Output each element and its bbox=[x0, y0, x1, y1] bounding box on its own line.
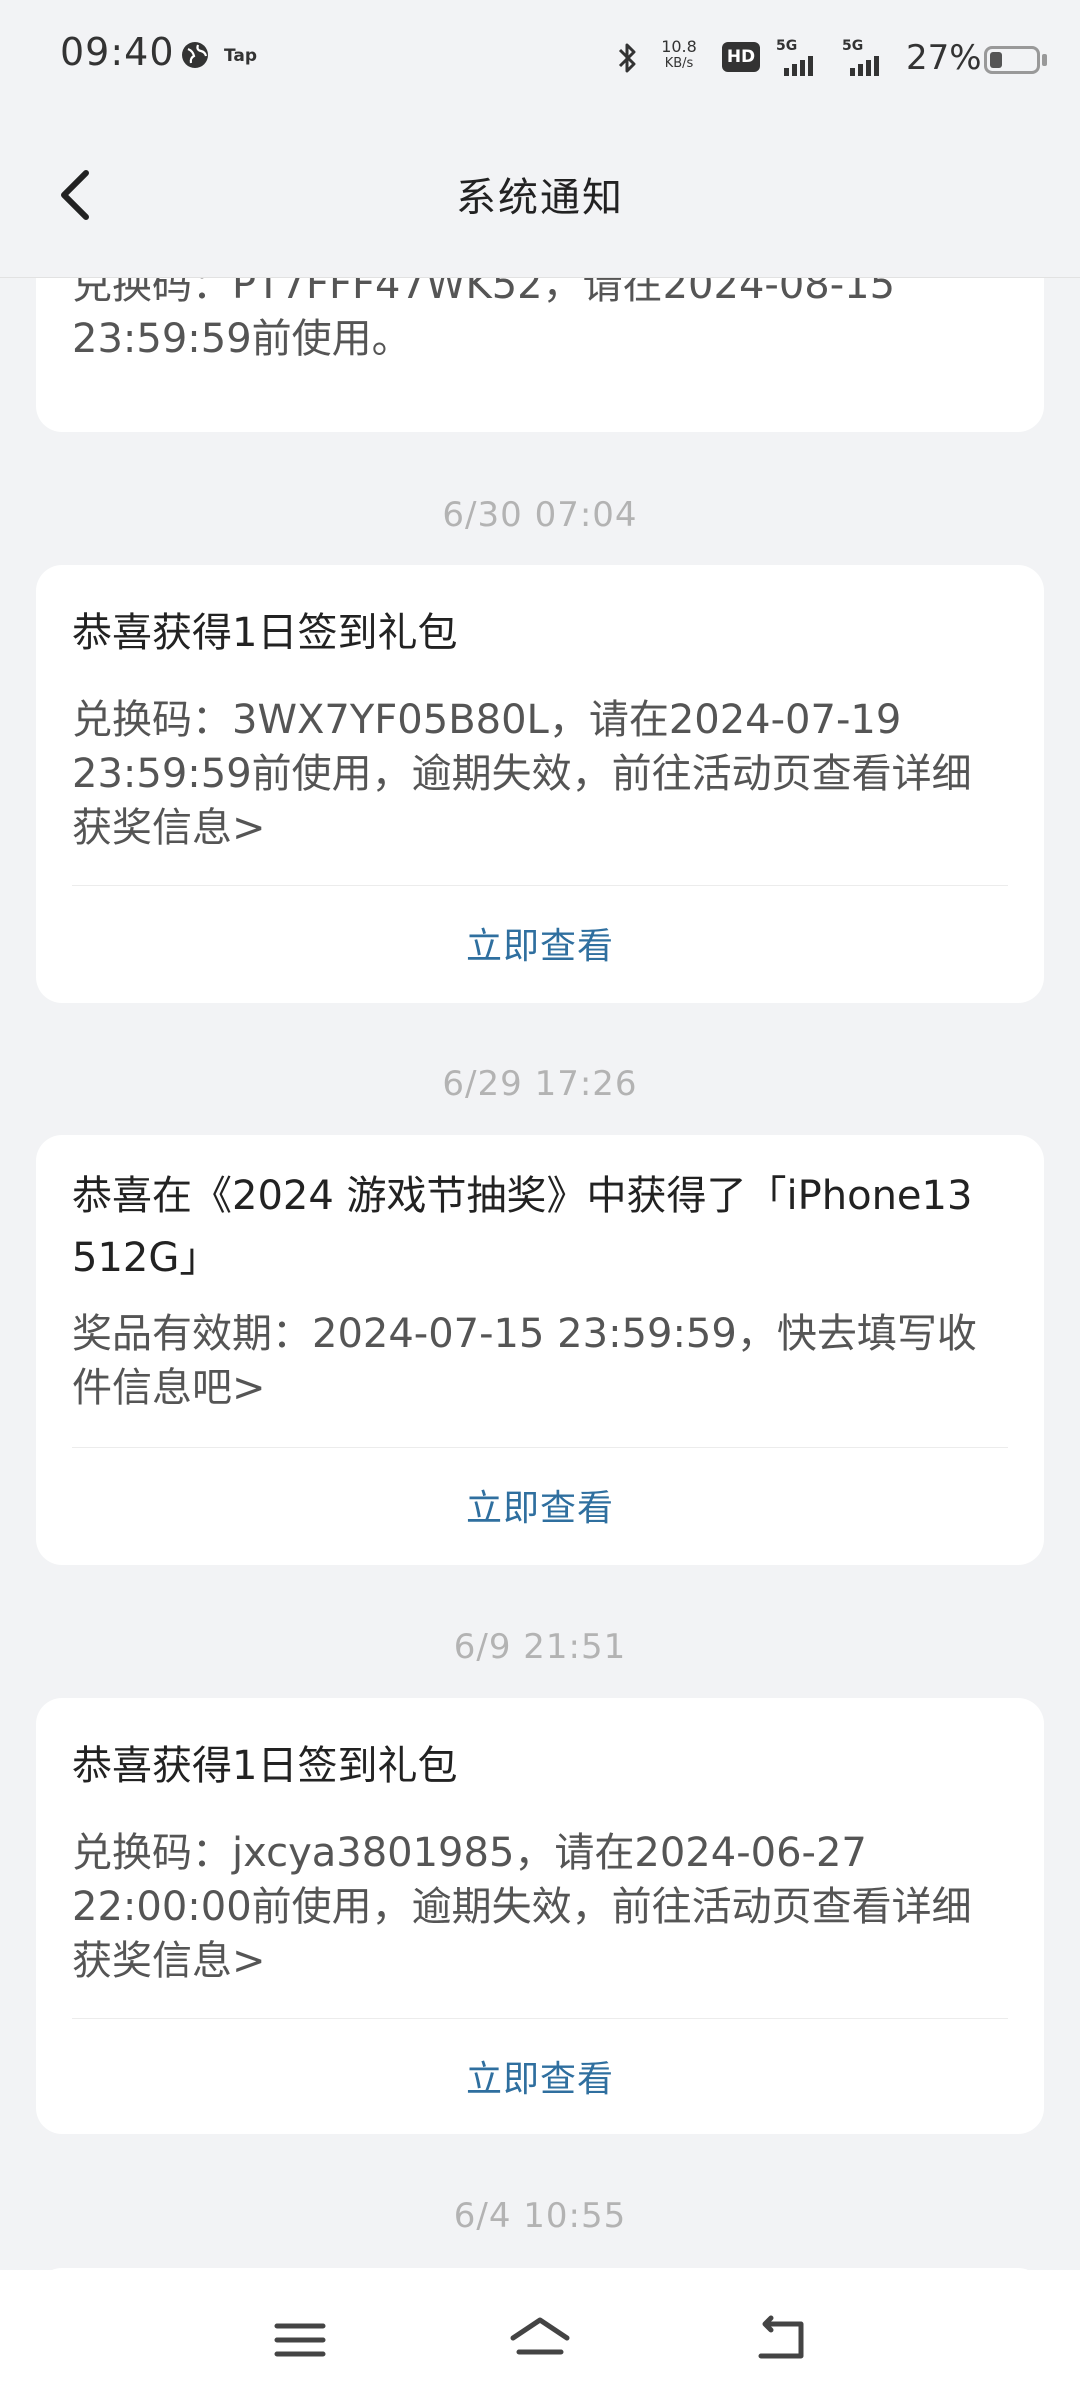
signal-label: 5G bbox=[842, 38, 864, 54]
system-nav-bar bbox=[0, 2270, 1080, 2400]
battery-cap bbox=[1042, 54, 1047, 66]
notification-time: 6/30 07:04 bbox=[442, 495, 638, 535]
notification-time: 6/9 21:51 bbox=[453, 1627, 627, 1667]
battery-percentage: 27% bbox=[906, 38, 982, 78]
network-speed-value: 10.8 bbox=[661, 37, 697, 56]
bluetooth-icon bbox=[618, 43, 636, 73]
notification-card[interactable]: 恭喜在《2024 游戏节抽奖》中获得了「iPhone13 512G」 奖品有效期… bbox=[36, 1135, 1044, 1565]
notification-title: 恭喜获得1日签到礼包 bbox=[72, 1743, 458, 1789]
back-icon[interactable] bbox=[745, 2310, 815, 2370]
notification-time: 6/29 17:26 bbox=[442, 1064, 638, 1104]
card-divider bbox=[72, 2018, 1008, 2019]
view-now-button[interactable]: 立即查看 bbox=[36, 917, 1044, 969]
page-title: 系统通知 bbox=[456, 175, 624, 221]
status-time: 09:40 bbox=[60, 30, 175, 74]
home-icon[interactable] bbox=[505, 2310, 575, 2370]
notification-card[interactable]: 恭喜获得1日签到礼包 兑换码：3WX7YF05B80L，请在2024-07-19… bbox=[36, 565, 1044, 1003]
notification-title: 恭喜在《2024 游戏节抽奖》中获得了「iPhone13 512G」 bbox=[72, 1173, 973, 1281]
globe-icon bbox=[182, 42, 208, 68]
notification-card[interactable]: 恭喜获得1日签到礼包 兑换码：jxcya3801985，请在2024-06-27… bbox=[36, 1698, 1044, 2134]
battery-fill bbox=[990, 52, 1002, 68]
notification-time: 6/4 10:55 bbox=[453, 2196, 627, 2236]
app-header: 系统通知 bbox=[0, 115, 1080, 278]
signal-bars bbox=[850, 56, 882, 76]
screen: 兑换码：PT7FFF47WK52，请在2024-08-15 23:59:59前使… bbox=[0, 0, 1080, 2400]
battery-icon bbox=[984, 46, 1040, 74]
notification-body[interactable]: 兑换码：3WX7YF05B80L，请在2024-07-19 23:59:59前使… bbox=[72, 693, 1008, 855]
hd-voice-icon: HD bbox=[722, 42, 760, 72]
network-speed-unit: KB/s bbox=[664, 56, 694, 71]
menu-icon[interactable] bbox=[265, 2310, 335, 2370]
tap-app-icon: Tap bbox=[224, 46, 258, 66]
card-divider bbox=[72, 885, 1008, 886]
signal-bars bbox=[784, 56, 816, 76]
notification-title: 恭喜获得1日签到礼包 bbox=[72, 610, 458, 656]
card-divider bbox=[72, 1447, 1008, 1448]
status-bar: 09:40 Tap 10.8 KB/s HD 5G 5G 27% bbox=[0, 0, 1080, 115]
signal-icon: 5G bbox=[842, 38, 892, 78]
notification-body[interactable]: 奖品有效期：2024-07-15 23:59:59，快去填写收件信息吧> bbox=[72, 1307, 1008, 1415]
signal-icon: 5G bbox=[776, 38, 826, 78]
signal-label: 5G bbox=[776, 38, 798, 54]
network-speed: 10.8 KB/s bbox=[654, 38, 704, 72]
notification-body[interactable]: 兑换码：jxcya3801985，请在2024-06-27 22:00:00前使… bbox=[72, 1826, 1008, 1988]
view-now-button[interactable]: 立即查看 bbox=[36, 1479, 1044, 1531]
view-now-button[interactable]: 立即查看 bbox=[36, 2050, 1044, 2102]
